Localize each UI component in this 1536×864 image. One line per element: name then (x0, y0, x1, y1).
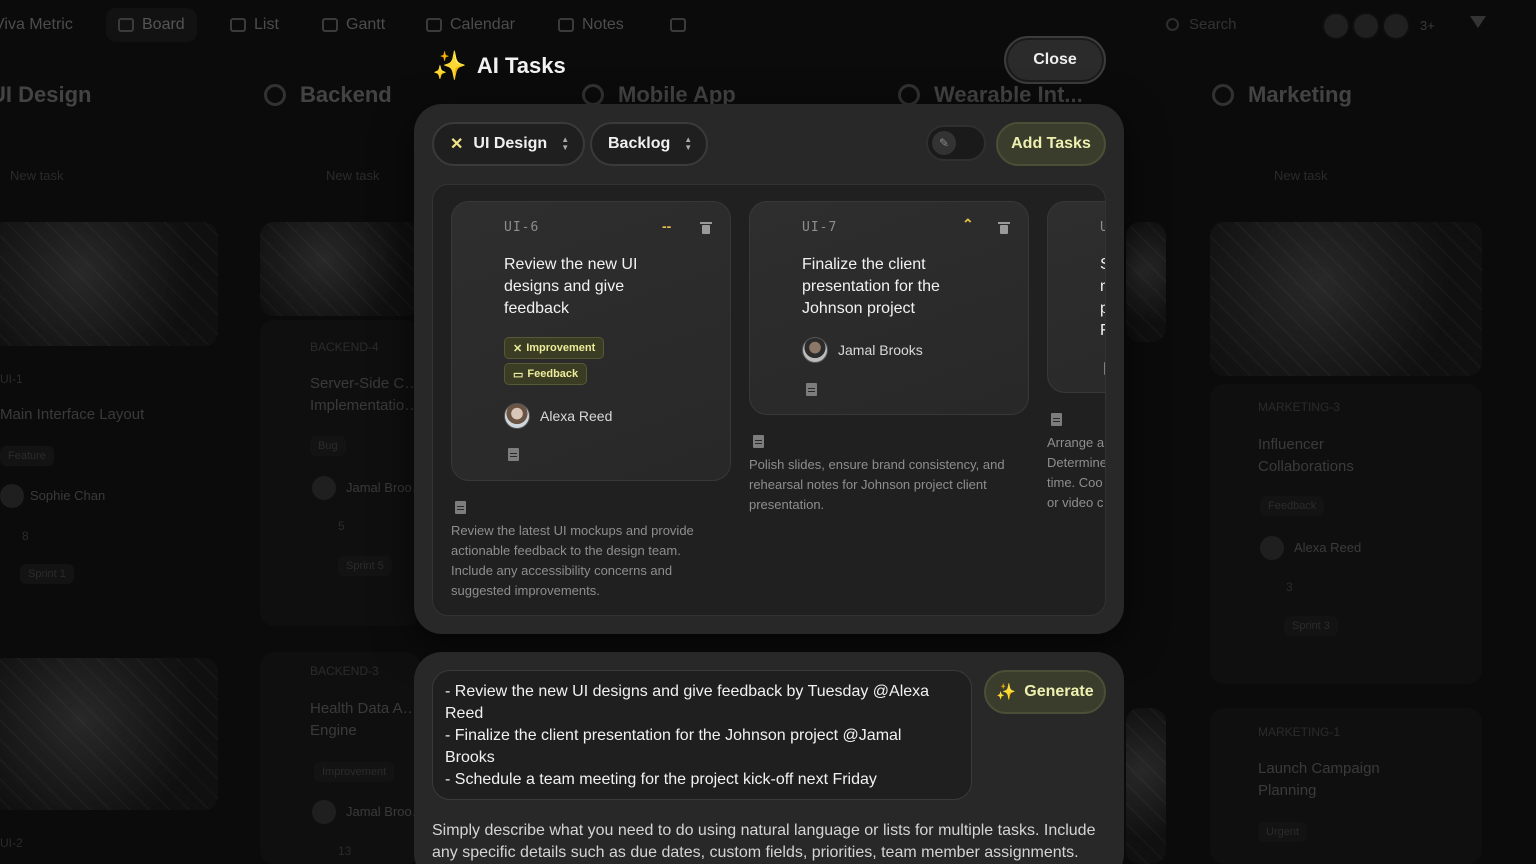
generate-button[interactable]: ✨ Generate (984, 670, 1106, 714)
trash-icon[interactable] (998, 220, 1010, 234)
ai-tasks-panel: ✕ UI Design ▲ ▼ Backlog ▲ ▼ ✎ Add Tasks UI… (414, 104, 1124, 634)
generated-tasks-list[interactable]: UI-6 -- Review the new UI designs and gi… (432, 184, 1106, 616)
task-title-line: S (1100, 254, 1105, 276)
task-description[interactable]: Polish slides, ensure brand consistency,… (749, 455, 1029, 515)
document-icon (753, 435, 764, 448)
prompt-hint: Simply describe what you need to do usin… (432, 820, 1112, 864)
project-select[interactable]: ✕ UI Design ▲ ▼ (432, 122, 586, 166)
tools-icon: ✕ (450, 136, 464, 153)
task-title[interactable]: S m p F (1100, 254, 1105, 342)
task-card[interactable]: UI-6 -- Review the new UI designs and gi… (451, 201, 731, 481)
avatar (802, 337, 828, 363)
chevron-updown-icon: ▲ ▼ (561, 135, 570, 152)
task-title-line: m (1100, 276, 1105, 298)
close-button[interactable]: Close (1004, 36, 1106, 84)
prompt-line: - Review the new UI designs and give fee… (445, 683, 930, 700)
task-id: UI-6 (504, 220, 540, 235)
assignee[interactable]: Alexa Reed (504, 403, 612, 429)
task-description-line: Arrange a (1047, 435, 1105, 450)
priority-medium-icon[interactable]: -- (662, 218, 671, 234)
modal-header: ✨ AI Tasks (432, 52, 566, 80)
task-title[interactable]: Review the new UI designs and give feedb… (504, 254, 674, 320)
task-description-line: Determine (1047, 455, 1106, 470)
add-tasks-button[interactable]: Add Tasks (996, 122, 1106, 166)
task-description[interactable]: Arrange a Determine time. Coo or video c (1047, 433, 1106, 513)
task-title-line: p (1100, 298, 1105, 320)
task-description-line: time. Coo (1047, 475, 1103, 490)
document-icon (508, 448, 519, 461)
hint-line: any specific details such as due dates, … (432, 844, 1079, 861)
tools-icon: ✕ (513, 342, 523, 355)
chat-icon: ▭ (513, 368, 524, 381)
prompt-line: Brooks (445, 749, 495, 766)
trash-icon[interactable] (700, 220, 712, 234)
modal-title: AI Tasks (476, 53, 566, 78)
assignee-name: Jamal Brooks (838, 342, 923, 358)
task-prompt-input[interactable]: - Review the new UI designs and give fee… (432, 670, 972, 800)
assignee-name: Alexa Reed (540, 408, 613, 424)
pencil-icon: ✎ (932, 131, 956, 155)
generate-label: Generate (1024, 683, 1094, 700)
tag-label: Feedback (527, 368, 579, 380)
document-icon (455, 501, 466, 514)
task-preview: U S m p F Arrange a Determine time. Coo … (1047, 201, 1105, 510)
prompt-line: Reed (445, 705, 484, 722)
sparkles-icon: ✨ (996, 684, 1017, 701)
sparkles-icon: ✨ (432, 50, 467, 81)
edit-mode-toggle[interactable]: ✎ (926, 125, 986, 161)
task-description[interactable]: Review the latest UI mockups and provide… (451, 521, 723, 601)
task-preview: UI-7 ⌃ Finalize the client presentation … (749, 201, 1029, 512)
task-title-line: F (1100, 320, 1105, 342)
document-icon (806, 383, 817, 396)
task-title[interactable]: Finalize the client presentation for the… (802, 254, 982, 320)
prompt-line: - Schedule a team meeting for the projec… (445, 771, 877, 788)
task-card[interactable]: UI-7 ⌃ Finalize the client presentation … (749, 201, 1029, 415)
task-id: U (1100, 220, 1105, 235)
prompt-line: - Finalize the client presentation for t… (445, 727, 902, 744)
task-card[interactable]: U S m p F (1047, 201, 1105, 393)
project-select-value: UI Design (473, 135, 548, 152)
prompt-panel: - Review the new UI designs and give fee… (414, 652, 1124, 864)
document-icon (1104, 362, 1105, 375)
status-select-value: Backlog (608, 135, 671, 152)
task-preview: UI-6 -- Review the new UI designs and gi… (451, 201, 731, 598)
tag-improvement[interactable]: ✕ Improvement (504, 337, 605, 359)
task-id: UI-7 (802, 220, 838, 235)
app-screen: Viva Metric Board List Gantt Calendar No… (0, 0, 1536, 864)
chevron-updown-icon: ▲ ▼ (684, 135, 693, 152)
avatar (504, 403, 530, 429)
tag-label: Improvement (526, 342, 596, 354)
hint-line: Simply describe what you need to do usin… (432, 822, 1096, 839)
status-select[interactable]: Backlog ▲ ▼ (590, 122, 709, 166)
document-icon (1051, 413, 1062, 426)
task-description-line: or video c (1047, 495, 1104, 510)
priority-high-icon[interactable]: ⌃ (962, 216, 974, 233)
tag-feedback[interactable]: ▭ Feedback (504, 363, 588, 385)
assignee[interactable]: Jamal Brooks (802, 337, 923, 363)
